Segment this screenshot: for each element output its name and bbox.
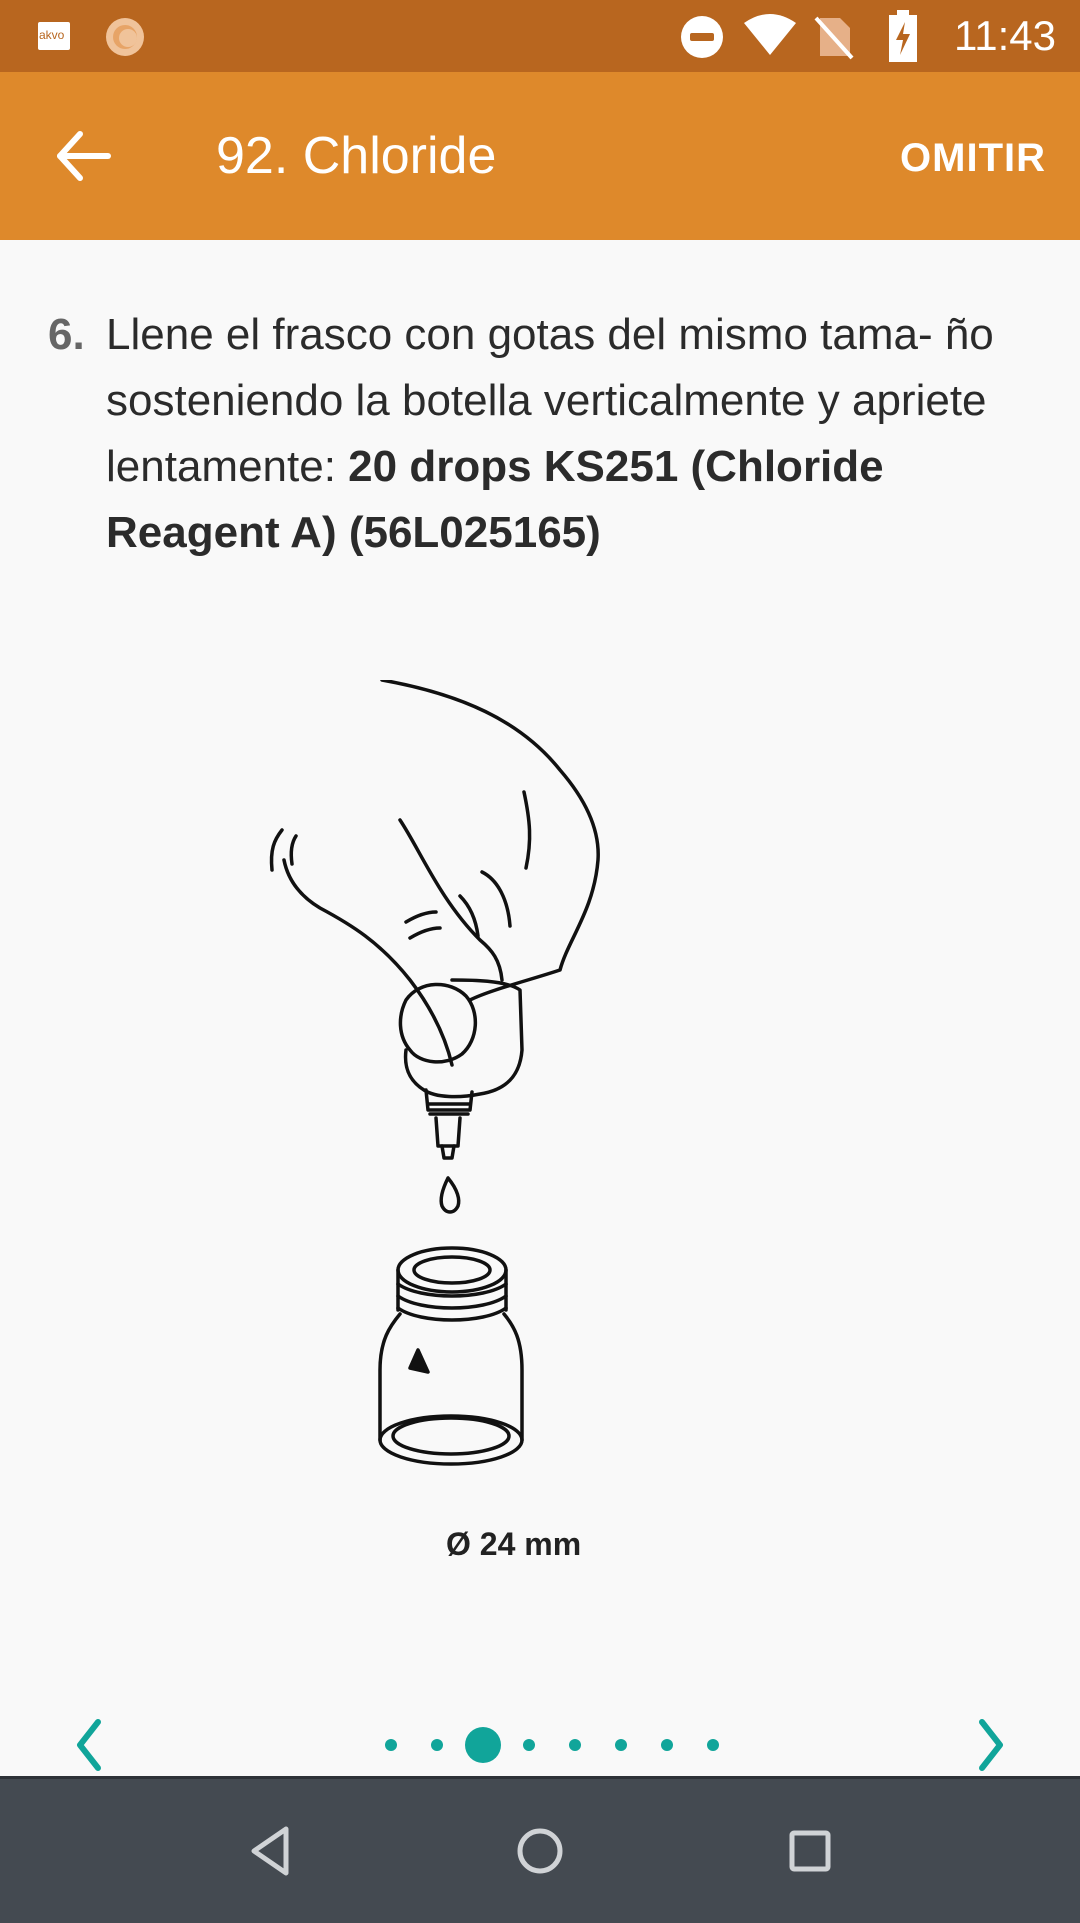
akvo-badge-label: akvo	[39, 28, 65, 42]
sun-app-icon	[106, 18, 144, 56]
clock-time: 11:43	[954, 12, 1056, 59]
recents-square-icon[interactable]	[780, 1821, 840, 1881]
instruction-step: 6. Llene el frasco con gotas del mismo t…	[48, 302, 1028, 566]
page-dot	[661, 1739, 673, 1751]
page-dot	[615, 1739, 627, 1751]
page-dot	[385, 1739, 397, 1751]
page-dot	[707, 1739, 719, 1751]
page-dot	[569, 1739, 581, 1751]
vial-diameter-caption: Ø 24 mm	[446, 1526, 582, 1562]
skip-button[interactable]: OMITIR	[900, 134, 1046, 182]
status-bar: akvo 11:43	[0, 0, 1080, 72]
page-dot-active	[465, 1727, 501, 1763]
arrow-back-icon[interactable]	[48, 120, 120, 192]
home-circle-icon[interactable]	[510, 1821, 570, 1881]
no-sim-icon	[814, 16, 854, 60]
instruction-content: 6. Llene el frasco con gotas del mismo t…	[0, 240, 1080, 1776]
step-text: Llene el frasco con gotas del mismo tama…	[106, 302, 1028, 566]
page-dot	[431, 1739, 443, 1751]
app-bar: 92. Chloride OMITIR	[0, 72, 1080, 240]
page-title: 92. Chloride	[216, 127, 497, 185]
back-triangle-icon[interactable]	[240, 1821, 300, 1881]
do-not-disturb-icon	[681, 16, 723, 58]
system-nav-bar	[0, 1776, 1080, 1923]
wifi-icon	[744, 14, 796, 55]
battery-charging-icon	[889, 10, 917, 62]
step-number: 6.	[48, 310, 85, 359]
akvo-app-icon: akvo	[38, 22, 70, 50]
page-dot	[523, 1739, 535, 1751]
dropper-illustration	[269, 680, 600, 1466]
